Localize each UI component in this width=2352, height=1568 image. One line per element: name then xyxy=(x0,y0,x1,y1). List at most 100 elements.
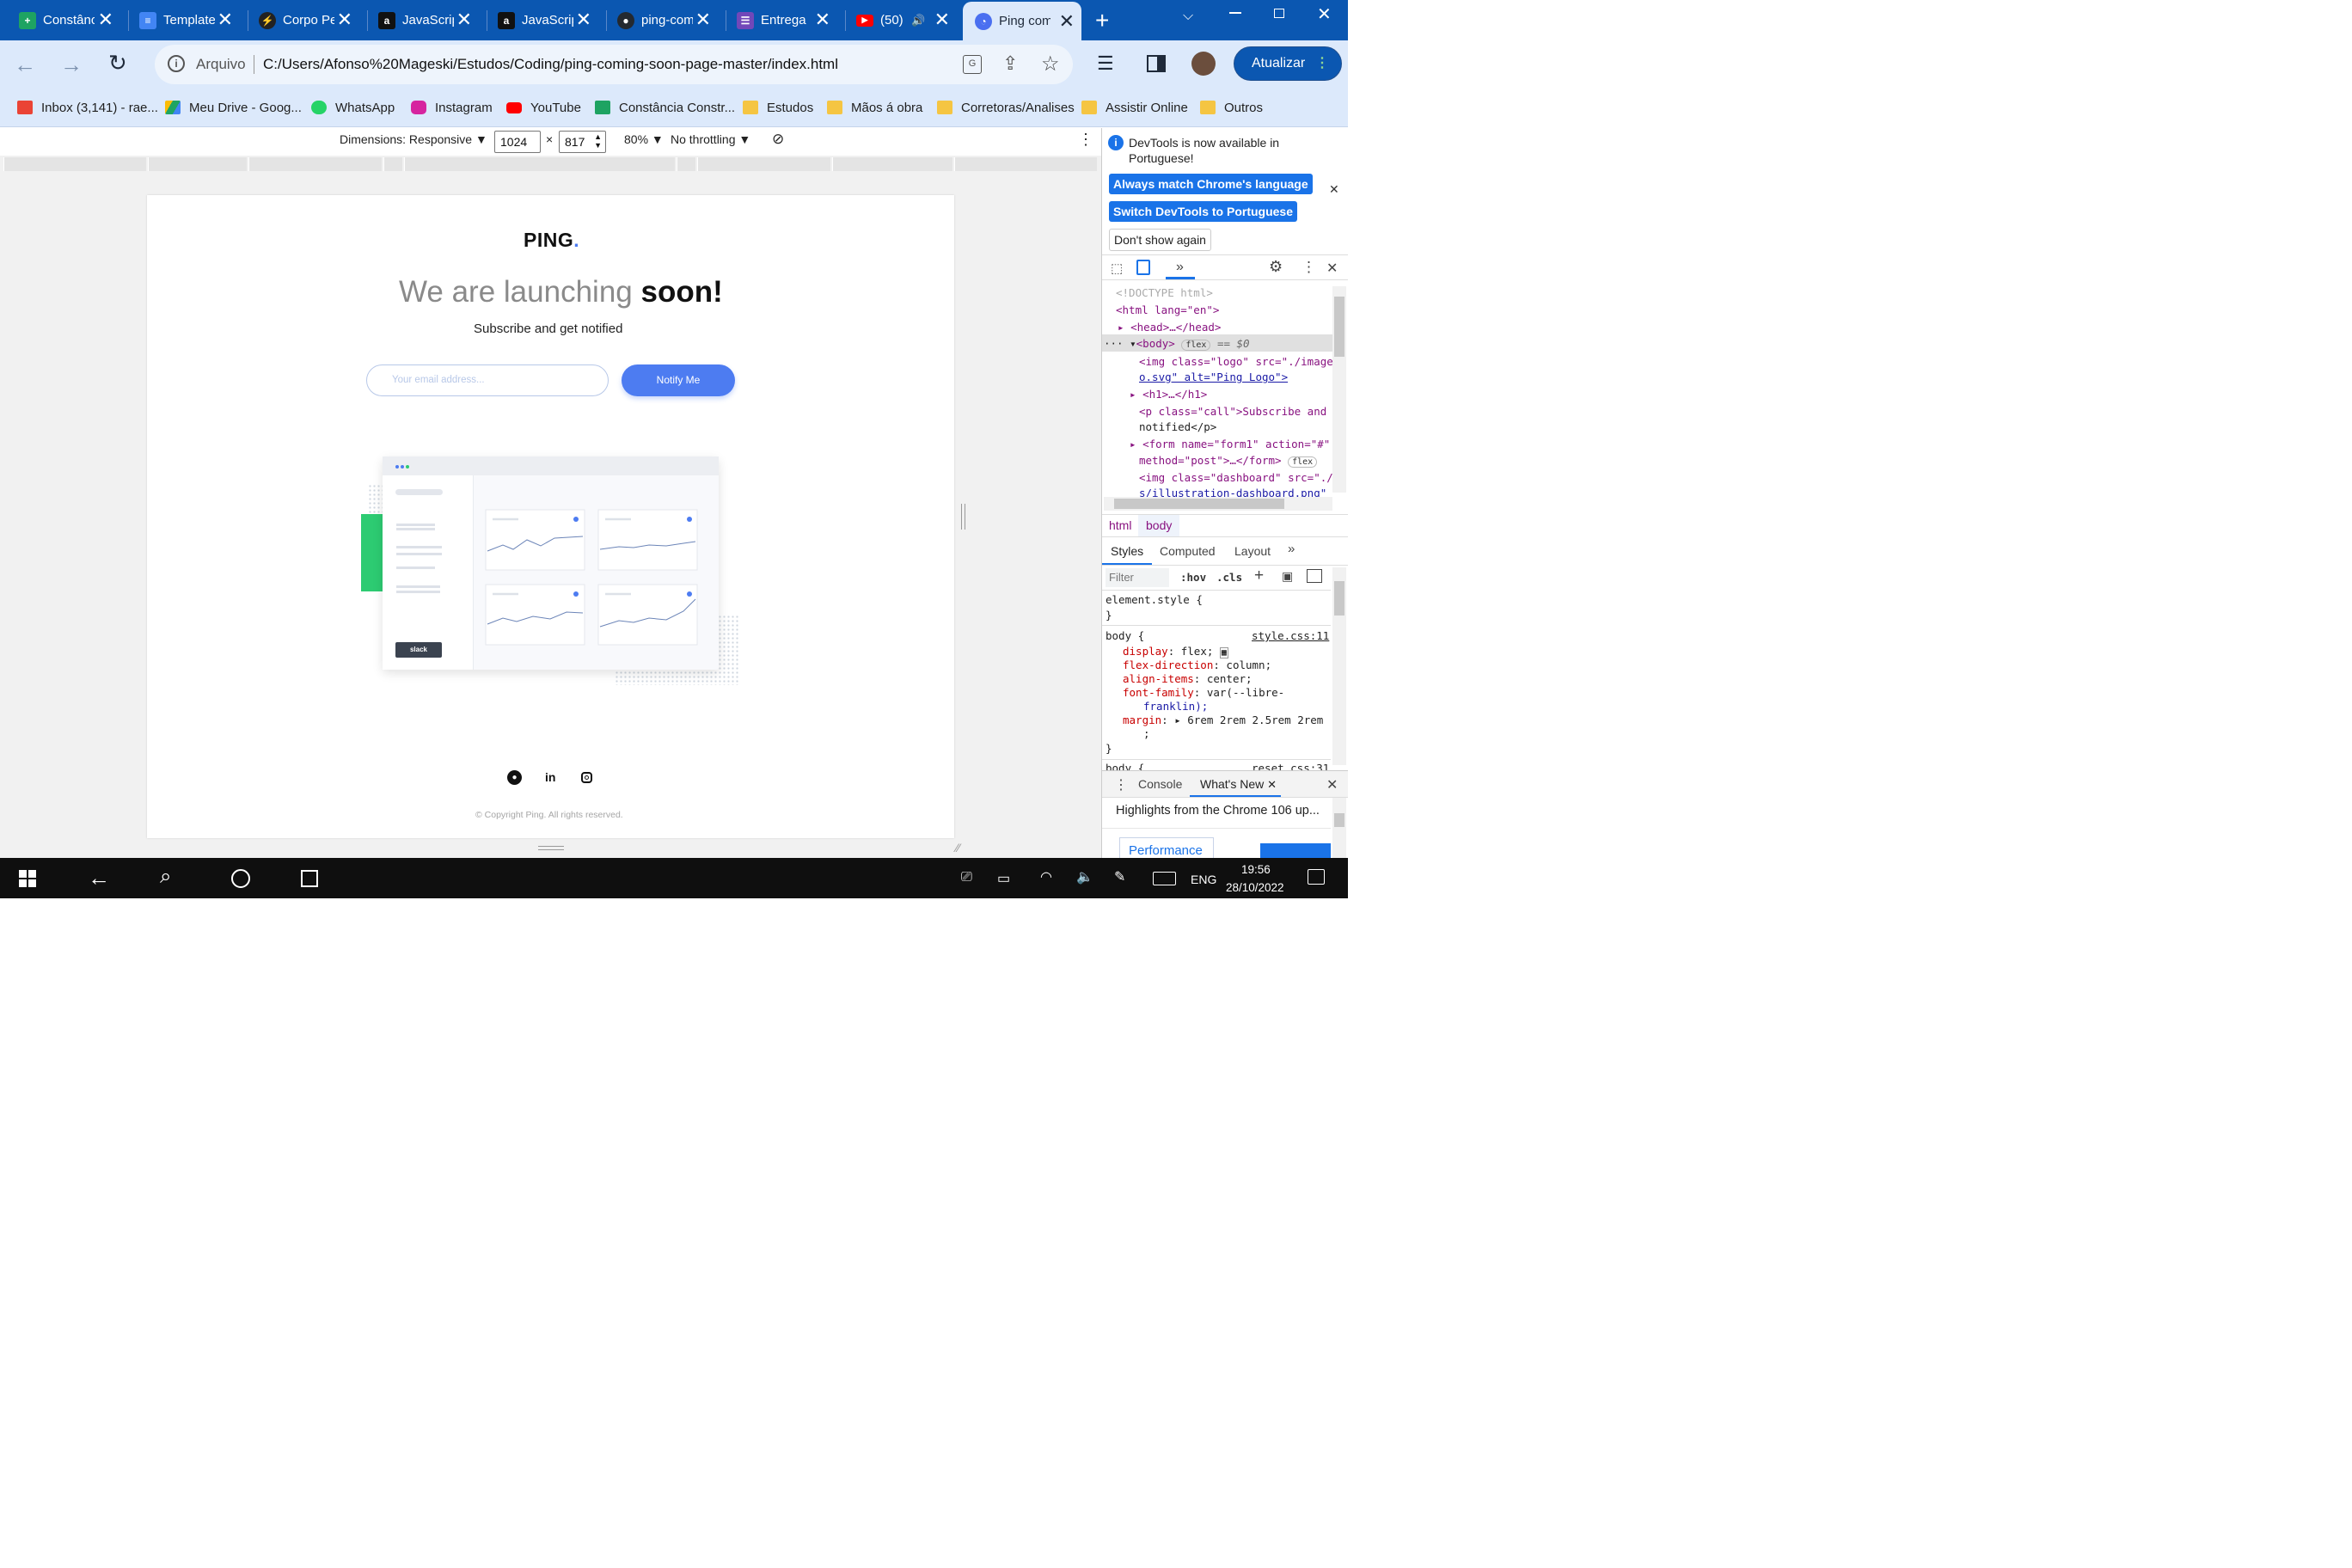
paint-icon[interactable]: ▣ xyxy=(1282,569,1293,584)
dom-scrollbar[interactable] xyxy=(1332,286,1346,493)
close-icon[interactable]: ✕ xyxy=(1059,12,1075,31)
bookmark-whatsapp[interactable]: WhatsApp xyxy=(311,95,395,119)
close-icon[interactable]: ✕ xyxy=(98,10,113,29)
tab-computed[interactable]: Computed xyxy=(1160,544,1216,558)
bookmark-folder-estudos[interactable]: Estudos xyxy=(743,95,813,119)
device-mode-icon[interactable] xyxy=(1136,260,1150,275)
ruler-segment[interactable] xyxy=(954,157,1097,171)
speaker-icon[interactable]: 🔊 xyxy=(911,14,925,28)
always-match-button[interactable]: Always match Chrome's language xyxy=(1109,174,1313,194)
bookmark-star-icon[interactable]: ☆ xyxy=(1041,52,1060,77)
kebab-icon[interactable]: ⋮ xyxy=(1302,259,1316,276)
linkedin-icon[interactable]: in xyxy=(545,770,555,784)
github-icon[interactable]: ● xyxy=(507,770,522,785)
pen-icon[interactable]: ✎ xyxy=(1114,868,1125,885)
zoom-select[interactable]: 80% ▼ xyxy=(624,132,664,146)
restore-button[interactable] xyxy=(1274,9,1284,18)
flex-editor-icon[interactable]: ▦ xyxy=(1219,647,1228,658)
ruler-segment[interactable] xyxy=(248,157,382,171)
search-icon[interactable]: ⌕ xyxy=(160,865,171,889)
bookmark-youtube[interactable]: YouTube xyxy=(506,95,581,119)
ruler-segment[interactable] xyxy=(3,157,146,171)
ruler-segment[interactable] xyxy=(404,157,675,171)
language-indicator[interactable]: ENG xyxy=(1191,873,1216,886)
tab-search-icon[interactable]: ⌵ xyxy=(1183,9,1193,24)
close-icon[interactable]: ✕ xyxy=(934,10,950,29)
resize-handle-bottom[interactable] xyxy=(538,846,564,850)
body-node[interactable]: ··· ▾<body> flex == $0 xyxy=(1104,337,1250,351)
translate-icon[interactable]: G xyxy=(963,55,982,74)
clock-date[interactable]: 28/10/2022 xyxy=(1226,881,1284,894)
tab-8[interactable]: ▶ (50) 🔊 ✕ xyxy=(837,0,957,40)
tab-3[interactable]: ⚡ Corpo Pe ✕ xyxy=(240,0,359,40)
resize-handle-corner[interactable]: ⁄⁄ xyxy=(956,841,960,854)
close-icon[interactable]: ✕ xyxy=(695,10,711,29)
width-input[interactable]: 1024 xyxy=(494,131,541,153)
tab-2[interactable]: ≡ Template ✕ xyxy=(120,0,240,40)
update-button[interactable]: Atualizar ⋮ xyxy=(1234,46,1342,81)
tab-4[interactable]: a JavaScrip ✕ xyxy=(359,0,479,40)
rotate-icon[interactable]: ⊘ xyxy=(772,131,784,148)
ruler-segment[interactable] xyxy=(832,157,952,171)
wifi-icon[interactable]: ◠ xyxy=(1040,868,1052,885)
bookmark-folder-outros[interactable]: Outros xyxy=(1200,95,1263,119)
height-input[interactable]: 817 ▲ ▼ xyxy=(559,131,606,153)
media-icon[interactable]: ☰ xyxy=(1097,52,1114,75)
new-tab-button[interactable]: + xyxy=(1095,7,1109,34)
crumb-body[interactable]: body xyxy=(1138,515,1180,536)
tab-active[interactable]: ◔ Ping com ✕ xyxy=(963,2,1081,40)
ruler-segment[interactable] xyxy=(383,157,402,171)
tab-7[interactable]: ☰ Entrega ✕ xyxy=(718,0,837,40)
tab-1[interactable]: + Constânc ✕ xyxy=(0,0,120,40)
avatar[interactable] xyxy=(1191,52,1216,76)
instagram-icon[interactable] xyxy=(581,772,592,783)
throttling-select[interactable]: No throttling ▼ xyxy=(671,132,750,146)
resize-handle-right[interactable] xyxy=(961,504,965,530)
forward-icon[interactable]: → xyxy=(60,52,83,78)
sidebar-toggle-icon[interactable] xyxy=(1307,569,1322,583)
crumb-html[interactable]: html xyxy=(1109,518,1131,532)
styles-scrollbar[interactable] xyxy=(1332,567,1346,765)
task-view-icon[interactable] xyxy=(301,870,318,887)
settings-gear-icon[interactable]: ⚙ xyxy=(1269,258,1283,276)
spinner-icon[interactable]: ▲ ▼ xyxy=(594,132,602,150)
tab-styles[interactable]: Styles xyxy=(1111,544,1143,558)
drawer-menu-icon[interactable]: ⋮ xyxy=(1114,776,1128,793)
dont-show-button[interactable]: Don't show again xyxy=(1109,229,1211,251)
bookmark-instagram[interactable]: Instagram xyxy=(411,95,493,119)
bookmark-gmail[interactable]: Inbox (3,141) - rae... xyxy=(17,95,158,119)
bookmark-drive[interactable]: Meu Drive - Goog... xyxy=(165,95,302,119)
bookmark-folder-corretoras[interactable]: Corretoras/Analises xyxy=(937,95,1075,119)
close-icon[interactable]: ✕ xyxy=(337,10,352,29)
cls-toggle[interactable]: .cls xyxy=(1216,571,1242,584)
meet-icon[interactable]: ⎚ xyxy=(961,870,972,885)
bookmark-folder-maos[interactable]: Mãos á obra xyxy=(827,95,922,119)
drawer-tab-whats-new[interactable]: What's New ✕ xyxy=(1200,777,1277,792)
volume-icon[interactable]: 🔈 xyxy=(1076,868,1093,885)
hov-toggle[interactable]: :hov xyxy=(1180,571,1206,584)
notify-button[interactable]: Notify Me xyxy=(622,364,735,396)
close-icon[interactable]: ✕ xyxy=(217,10,233,29)
dom-h-scrollbar[interactable] xyxy=(1104,497,1332,511)
battery-icon[interactable]: ▭ xyxy=(997,870,1010,887)
performance-link[interactable]: Performance xyxy=(1119,837,1214,858)
add-rule-icon[interactable]: + xyxy=(1254,567,1264,585)
tab-layout[interactable]: Layout xyxy=(1234,544,1271,558)
minimize-button[interactable] xyxy=(1229,12,1241,14)
close-icon[interactable]: ✕ xyxy=(815,10,830,29)
drawer-scrollbar[interactable] xyxy=(1332,798,1346,858)
sidepanel-icon[interactable] xyxy=(1147,55,1166,72)
close-notice-icon[interactable]: ✕ xyxy=(1329,182,1339,197)
switch-language-button[interactable]: Switch DevTools to Portuguese xyxy=(1109,201,1297,222)
ruler-segment[interactable] xyxy=(697,157,830,171)
close-icon[interactable]: ✕ xyxy=(576,10,591,29)
email-input[interactable]: Your email address... xyxy=(366,364,609,396)
notification-icon[interactable] xyxy=(1308,869,1325,885)
info-icon[interactable]: i xyxy=(168,55,185,72)
tab-6[interactable]: ● ping-com ✕ xyxy=(598,0,718,40)
back-icon[interactable]: ← xyxy=(88,865,110,891)
share-icon[interactable]: ⇪ xyxy=(1002,52,1018,75)
dimensions-select[interactable]: Dimensions: Responsive ▼ xyxy=(340,132,487,146)
tab-5[interactable]: a JavaScrip ✕ xyxy=(479,0,598,40)
bookmark-constancia[interactable]: Constância Constr... xyxy=(595,95,735,119)
